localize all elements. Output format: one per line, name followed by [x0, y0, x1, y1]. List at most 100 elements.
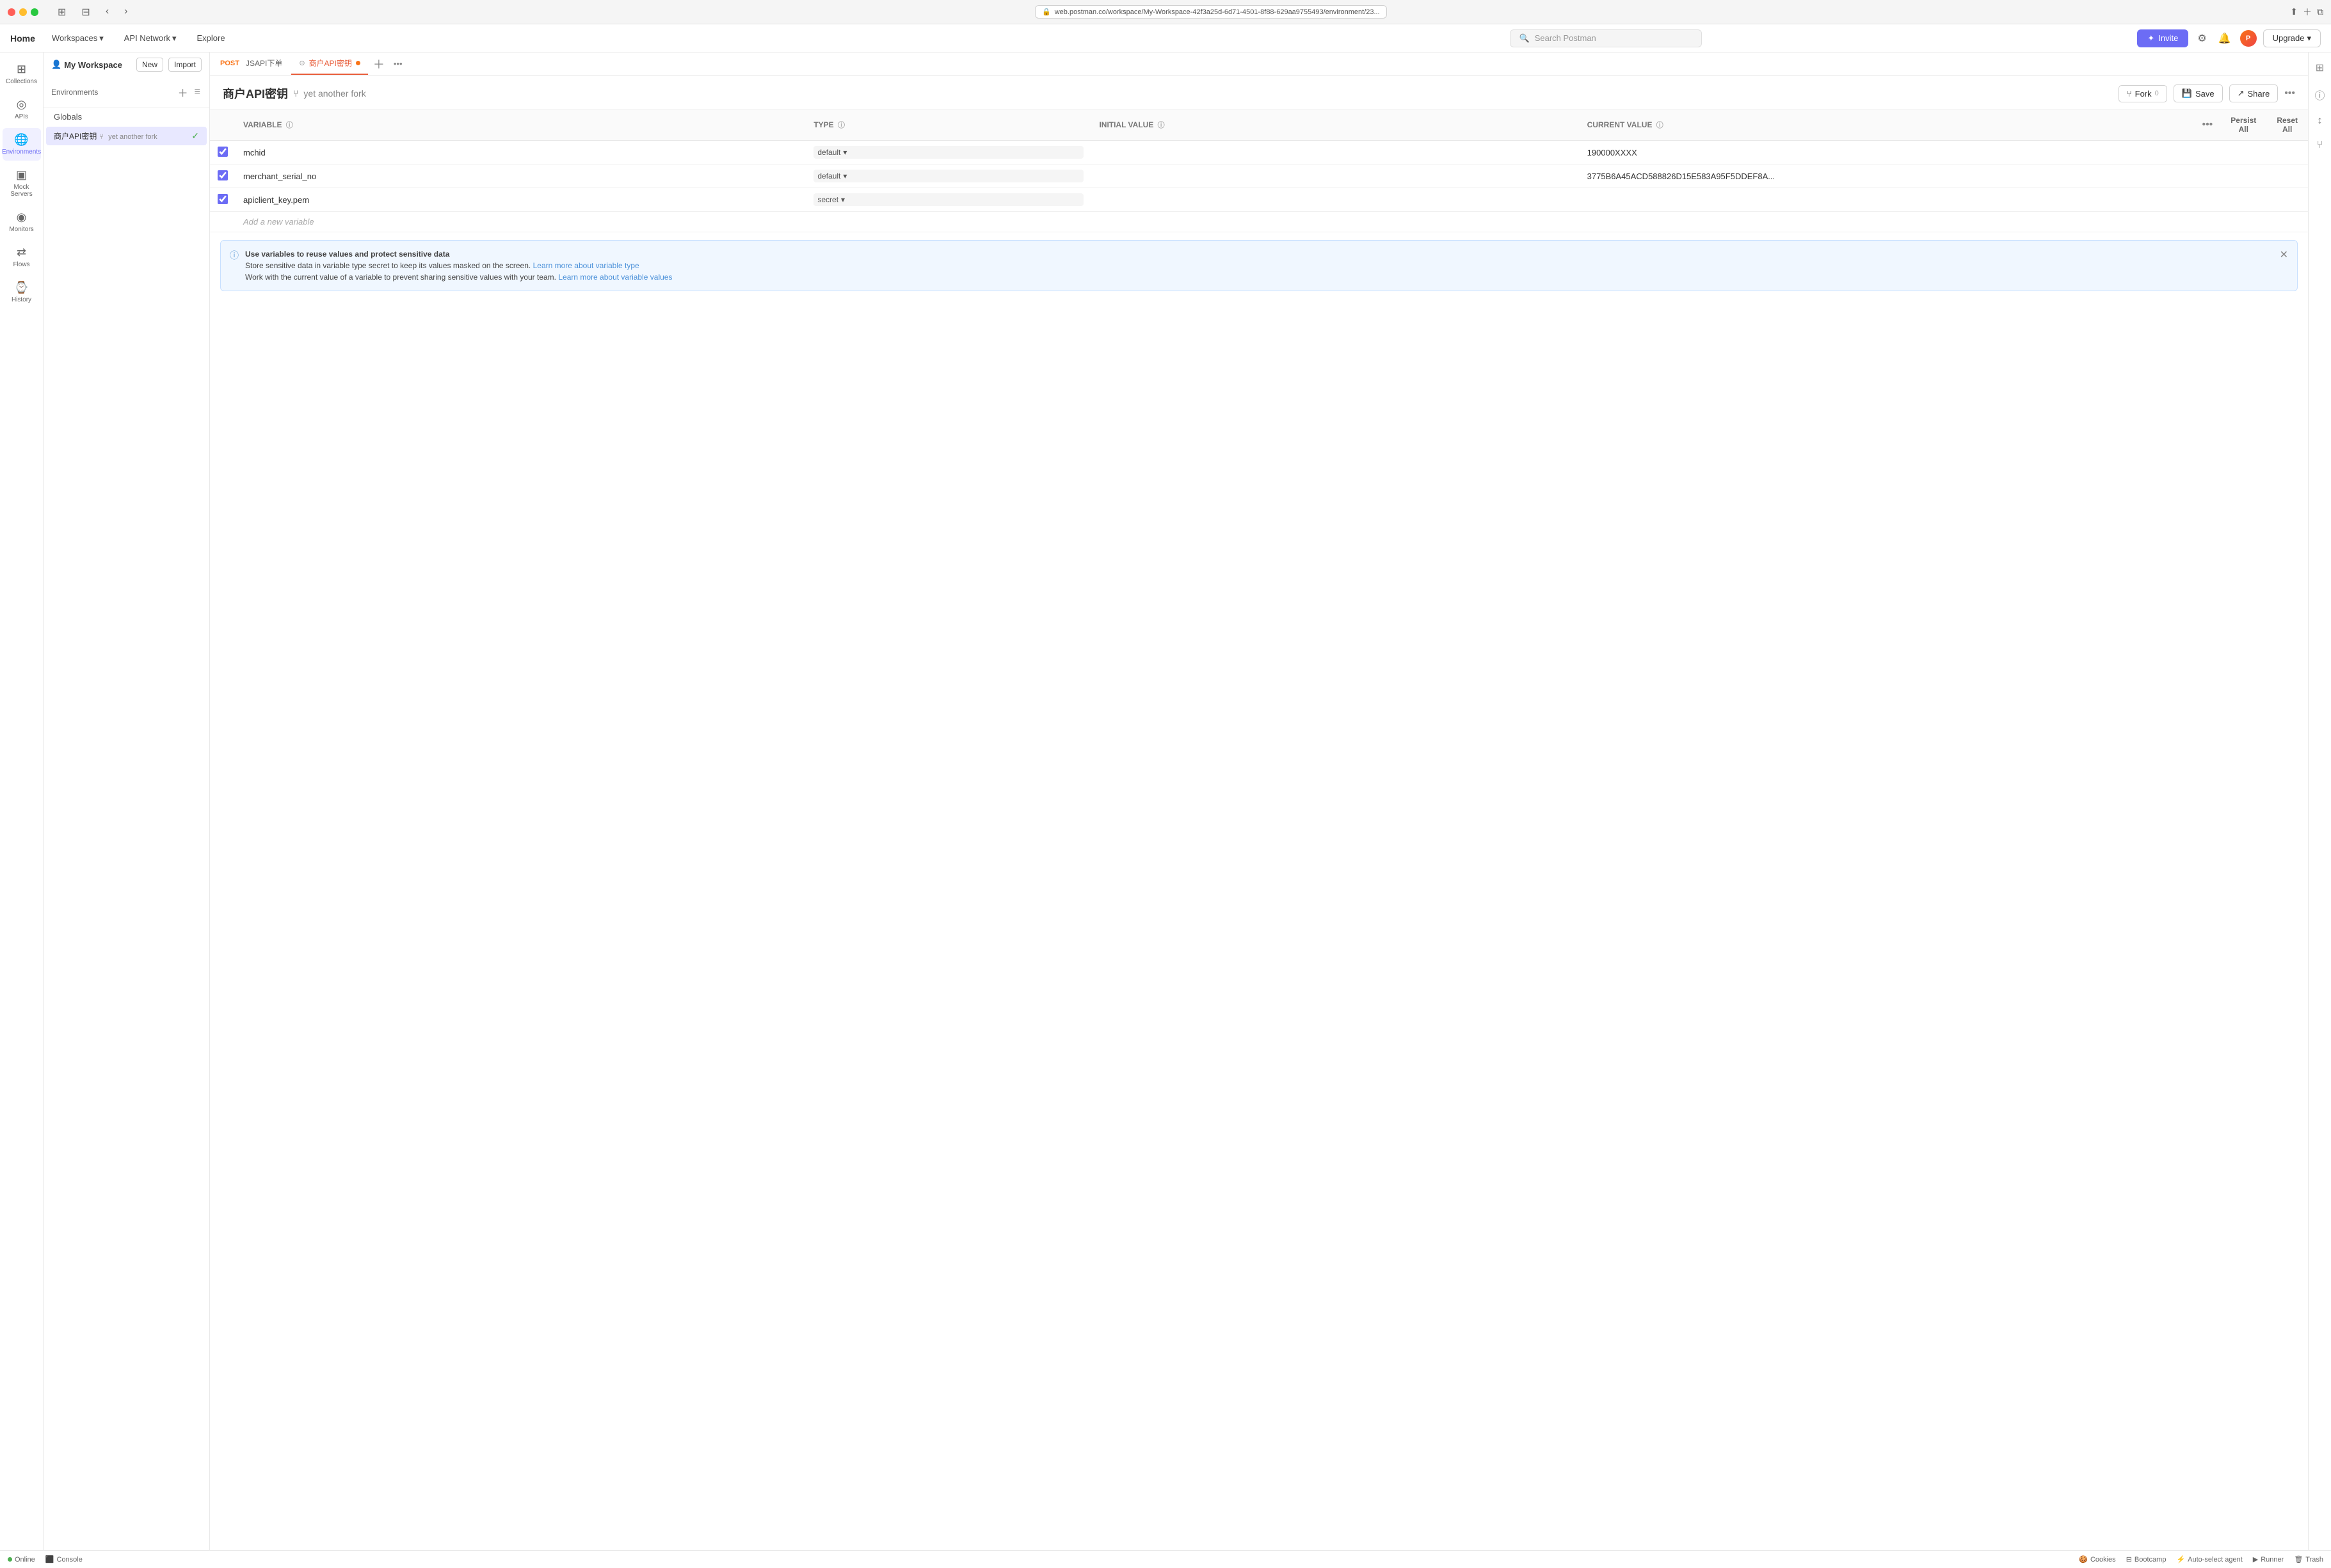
api-network-menu[interactable]: API Network ▾ [120, 31, 180, 46]
tab-env[interactable]: ⊙ 商户API密钥 [291, 52, 368, 75]
forward-button[interactable]: ⊟ [77, 4, 93, 20]
current-value-info-icon[interactable]: ⓘ [1656, 122, 1663, 129]
sidebar: ⊞ Collections ◎ APIs 🌐 Environments ▣ Mo… [0, 52, 44, 1550]
row3-checkbox[interactable] [218, 194, 228, 204]
online-status[interactable]: Online [8, 1556, 35, 1564]
status-right: 🍪 Cookies ⊟ Bootcamp ⚡ Auto-select agent… [2079, 1555, 2323, 1564]
row2-type-select[interactable]: default ▾ [813, 170, 1084, 182]
add-environment-button[interactable]: ＋ [177, 83, 189, 101]
console-status[interactable]: ⬛ Console [45, 1555, 83, 1564]
cookies-item[interactable]: 🍪 Cookies [2079, 1555, 2115, 1564]
forward-arrow[interactable]: › [120, 4, 131, 20]
address-bar[interactable]: 🔒 web.postman.co/workspace/My-Workspace-… [1035, 5, 1387, 19]
variable-info-icon[interactable]: ⓘ [286, 122, 293, 129]
row3-initial-cell[interactable] [1091, 188, 1579, 212]
trash-item[interactable]: 🗑 Trash [2294, 1555, 2323, 1564]
row3-type-select[interactable]: secret ▾ [813, 193, 1084, 206]
console-icon: ⬛ [45, 1555, 54, 1564]
runner-item[interactable]: ▶ Runner [2253, 1555, 2284, 1564]
row2-initial-cell[interactable] [1091, 164, 1579, 188]
learn-variable-type-link[interactable]: Learn more about variable type [533, 261, 639, 270]
globals-item[interactable]: Globals [46, 108, 207, 125]
chevron-down-icon: ▾ [841, 195, 845, 204]
th-type: TYPE ⓘ [806, 109, 1091, 141]
invite-button[interactable]: ✦ Invite [2137, 29, 2188, 47]
reset-all-button[interactable]: Reset All [2274, 115, 2300, 135]
chevron-down-icon: ▾ [843, 148, 847, 157]
sidebar-item-mock-servers[interactable]: ▣ Mock Servers [3, 163, 41, 203]
row1-current-cell: 190000XXXX [1580, 141, 2195, 164]
info-banner-close-button[interactable]: ✕ [2280, 248, 2288, 261]
env-editor-header: 商户API密钥 ⑂ yet another fork ⑂ Fork 0 💾 Sa… [210, 76, 2308, 109]
row1-initial-cell[interactable] [1091, 141, 1579, 164]
bell-icon[interactable]: 🔔 [2216, 29, 2234, 47]
row2-type-cell[interactable]: default ▾ [806, 164, 1091, 188]
invite-icon: ✦ [2147, 33, 2154, 44]
sidebar-item-apis[interactable]: ◎ APIs [3, 93, 41, 125]
row1-type-cell[interactable]: default ▾ [806, 141, 1091, 164]
env-more-button[interactable]: ••• [2284, 88, 2295, 99]
filter-button[interactable]: ≡ [193, 83, 202, 101]
sidebar-item-environments[interactable]: 🌐 Environments [3, 128, 41, 161]
minimize-button[interactable] [19, 8, 27, 16]
fork-button[interactable]: ⑂ Fork 0 [2119, 85, 2167, 102]
th-current-value: CURRENT VALUE ⓘ [1580, 109, 2195, 141]
avatar[interactable]: P [2240, 30, 2257, 47]
workspace-name: 👤 My Workspace [51, 60, 122, 70]
new-button[interactable]: New [136, 58, 163, 72]
table-more-button[interactable]: ••• [2202, 119, 2213, 131]
collections-icon: ⊞ [17, 63, 26, 76]
explore-link[interactable]: Explore [193, 31, 229, 45]
titlebar-nav: ⊞ ⊟ ‹ › [49, 4, 131, 20]
sidebar-item-flows[interactable]: ⇄ Flows [3, 241, 41, 273]
row3-type-cell[interactable]: secret ▾ [806, 188, 1091, 212]
panel-actions: ＋ ≡ [177, 83, 202, 101]
type-info-icon[interactable]: ⓘ [838, 122, 845, 129]
home-link[interactable]: Home [10, 33, 35, 44]
more-tabs-button[interactable]: ••• [390, 59, 406, 68]
save-button[interactable]: 💾 Save [2174, 84, 2223, 102]
learn-variable-values-link[interactable]: Learn more about variable values [558, 273, 672, 282]
import-button[interactable]: Import [168, 58, 202, 72]
upgrade-button[interactable]: Upgrade ▾ [2263, 29, 2321, 47]
search-bar[interactable]: 🔍 Search Postman [1510, 29, 1702, 47]
add-variable-input[interactable]: Add a new variable [243, 217, 314, 227]
row1-reset-cell [2266, 141, 2308, 164]
back-button[interactable]: ⊞ [54, 4, 70, 20]
right-panel-grid-icon[interactable]: ⊞ [2312, 58, 2328, 78]
workspaces-menu[interactable]: Workspaces ▾ [48, 31, 108, 46]
trash-icon: 🗑 [2294, 1555, 2303, 1564]
right-panel-code-icon[interactable]: ↕ [2314, 111, 2327, 131]
new-tab-icon[interactable]: ＋ [2303, 6, 2312, 19]
initial-value-info-icon[interactable]: ⓘ [1158, 122, 1165, 129]
active-env-check-icon: ✓ [191, 131, 199, 141]
share-button[interactable]: ↗ Share [2229, 84, 2279, 102]
row1-checkbox[interactable] [218, 147, 228, 157]
history-icon: ⌚ [14, 281, 28, 294]
auto-select-item[interactable]: ⚡ Auto-select agent [2176, 1555, 2242, 1564]
env-list-item[interactable]: 商户API密钥 ⑂ yet another fork ✓ [46, 127, 207, 145]
th-checkbox [210, 109, 236, 141]
persist-all-button[interactable]: Persist All [2228, 115, 2259, 135]
row2-checkbox[interactable] [218, 170, 228, 180]
row1-more-cell [2194, 141, 2220, 164]
bootcamp-item[interactable]: ⊟ Bootcamp [2126, 1555, 2167, 1564]
right-panel-fork-icon[interactable]: ⑂ [2313, 136, 2327, 155]
sidebar-item-history[interactable]: ⌚ History [3, 276, 41, 308]
close-button[interactable] [8, 8, 15, 16]
add-tab-button[interactable]: ＋ [369, 56, 389, 72]
settings-icon[interactable]: ⚙ [2195, 29, 2209, 47]
tab-jsapi[interactable]: POST JSAPI下单 [212, 52, 290, 75]
fork-icon: ⑂ [99, 132, 106, 141]
search-icon: 🔍 [1519, 33, 1530, 44]
right-panel-info-icon[interactable]: ⓘ [2311, 83, 2328, 106]
back-arrow[interactable]: ‹ [102, 4, 113, 20]
row2-more-cell [2194, 164, 2220, 188]
maximize-button[interactable] [31, 8, 38, 16]
row1-type-select[interactable]: default ▾ [813, 146, 1084, 159]
variables-table: VARIABLE ⓘ TYPE ⓘ INITIAL VALUE ⓘ CURR [210, 109, 2308, 232]
sidebar-item-monitors[interactable]: ◉ Monitors [3, 205, 41, 238]
tabs-icon[interactable]: ⧉ [2317, 6, 2323, 17]
sidebar-item-collections[interactable]: ⊞ Collections [3, 58, 41, 90]
share-icon[interactable]: ⬆ [2290, 6, 2298, 17]
